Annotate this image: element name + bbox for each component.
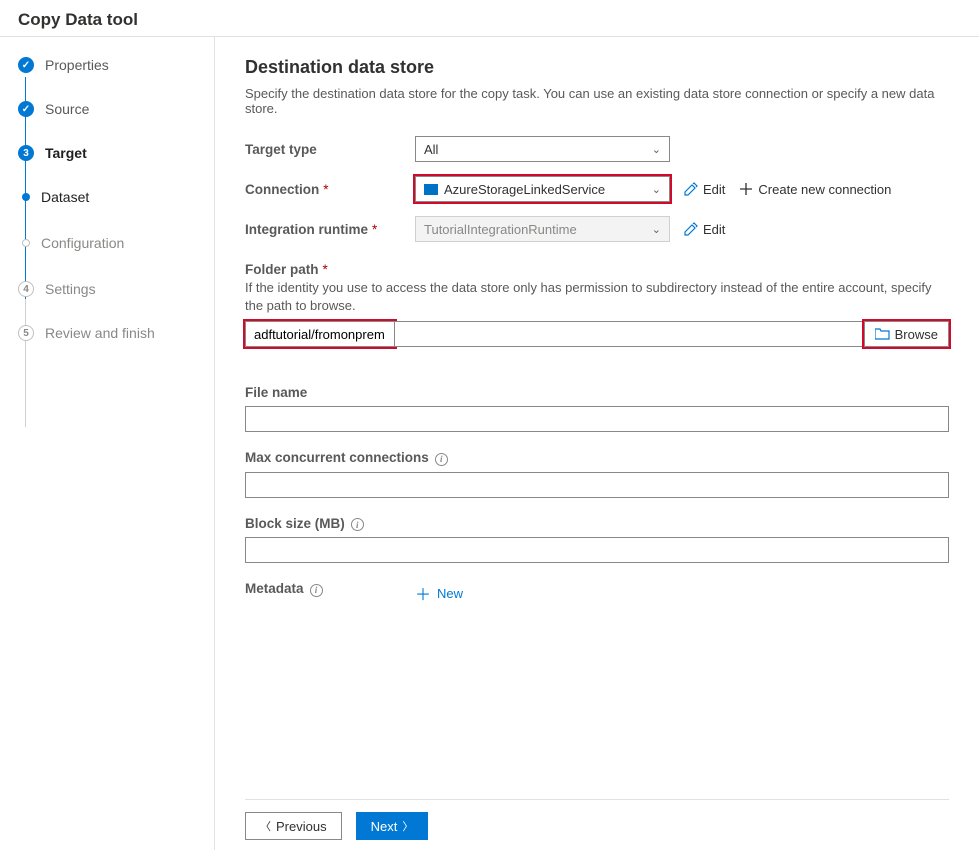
connection-label: Connection*	[245, 182, 415, 197]
page-title: Destination data store	[245, 57, 949, 78]
step-number-icon: 4	[18, 281, 34, 297]
metadata-label: Metadatai	[245, 581, 415, 597]
step-label: Source	[45, 101, 89, 117]
pencil-icon	[684, 222, 698, 236]
step-label: Target	[45, 145, 87, 161]
dot-icon	[22, 239, 30, 247]
integration-runtime-label: Integration runtime*	[245, 222, 415, 237]
chevron-down-icon: ⌄	[652, 223, 661, 236]
target-type-label: Target type	[245, 142, 415, 157]
plus-icon	[739, 182, 753, 196]
step-dataset[interactable]: Dataset	[22, 189, 204, 205]
page-subtitle: Specify the destination data store for t…	[245, 86, 949, 116]
create-connection-button[interactable]: Create new connection	[739, 182, 891, 197]
info-icon[interactable]: i	[351, 518, 364, 531]
connection-dropdown[interactable]: AzureStorageLinkedService ⌄	[415, 176, 670, 202]
row-target-type: Target type All ⌄	[245, 136, 949, 162]
folder-path-help: If the identity you use to access the da…	[245, 279, 949, 315]
step-target[interactable]: 3 Target	[18, 145, 204, 161]
folder-path-input-rest[interactable]	[395, 321, 864, 347]
next-button[interactable]: Next〉	[356, 812, 429, 840]
maxconn-label: Max concurrent connectionsi	[245, 450, 949, 466]
wizard-sidebar: ✓ Properties ✓ Source 3 Target Dataset C…	[0, 37, 215, 850]
maxconn-section: Max concurrent connectionsi	[245, 450, 949, 498]
filename-section: File name	[245, 385, 949, 432]
chevron-down-icon: ⌄	[652, 143, 661, 156]
check-icon: ✓	[18, 101, 34, 117]
target-type-value: All	[424, 142, 438, 157]
edit-connection-button[interactable]: Edit	[684, 182, 725, 197]
dot-icon	[22, 193, 30, 201]
page-header: Copy Data tool	[0, 0, 979, 37]
integration-runtime-dropdown[interactable]: TutorialIntegrationRuntime ⌄	[415, 216, 670, 242]
chevron-left-icon: 〈	[260, 818, 271, 834]
step-label: Properties	[45, 57, 109, 73]
row-integration-runtime: Integration runtime* TutorialIntegration…	[245, 216, 949, 242]
metadata-new-button[interactable]: ＋ New	[415, 581, 463, 605]
edit-runtime-button[interactable]: Edit	[684, 222, 725, 237]
filename-label: File name	[245, 385, 949, 400]
browse-button[interactable]: Browse	[864, 321, 949, 347]
integration-runtime-value: TutorialIntegrationRuntime	[424, 222, 577, 237]
step-configuration[interactable]: Configuration	[22, 235, 204, 251]
step-label: Review and finish	[45, 325, 155, 341]
metadata-row: Metadatai ＋ New	[245, 581, 949, 605]
step-label: Dataset	[41, 189, 89, 205]
blocksize-input[interactable]	[245, 537, 949, 563]
main-panel: Destination data store Specify the desti…	[215, 37, 979, 850]
step-number-icon: 5	[18, 325, 34, 341]
chevron-down-icon: ⌄	[652, 183, 661, 196]
target-type-dropdown[interactable]: All ⌄	[415, 136, 670, 162]
row-connection: Connection* AzureStorageLinkedService ⌄ …	[245, 176, 949, 202]
storage-service-icon	[424, 184, 438, 195]
info-icon[interactable]: i	[435, 453, 448, 466]
step-label: Configuration	[41, 235, 124, 251]
connection-value: AzureStorageLinkedService	[444, 182, 605, 197]
step-source[interactable]: ✓ Source	[18, 101, 204, 117]
previous-button[interactable]: 〈Previous	[245, 812, 342, 840]
blocksize-section: Block size (MB)i	[245, 516, 949, 564]
step-number-icon: 3	[18, 145, 34, 161]
filename-input[interactable]	[245, 406, 949, 432]
folder-icon	[875, 328, 890, 340]
info-icon[interactable]: i	[310, 584, 323, 597]
plus-icon: ＋	[415, 581, 431, 605]
wizard-footer: 〈Previous Next〉	[245, 799, 949, 840]
tool-title: Copy Data tool	[18, 10, 961, 30]
chevron-right-icon: 〉	[402, 818, 413, 834]
maxconn-input[interactable]	[245, 472, 949, 498]
pencil-icon	[684, 182, 698, 196]
folder-path-input[interactable]	[245, 321, 395, 347]
step-settings[interactable]: 4 Settings	[18, 281, 204, 297]
check-icon: ✓	[18, 57, 34, 73]
folder-path-section: Folder path* If the identity you use to …	[245, 262, 949, 367]
step-label: Settings	[45, 281, 96, 297]
step-properties[interactable]: ✓ Properties	[18, 57, 204, 73]
folder-path-label: Folder path*	[245, 262, 949, 277]
step-review[interactable]: 5 Review and finish	[18, 325, 204, 341]
blocksize-label: Block size (MB)i	[245, 516, 949, 532]
